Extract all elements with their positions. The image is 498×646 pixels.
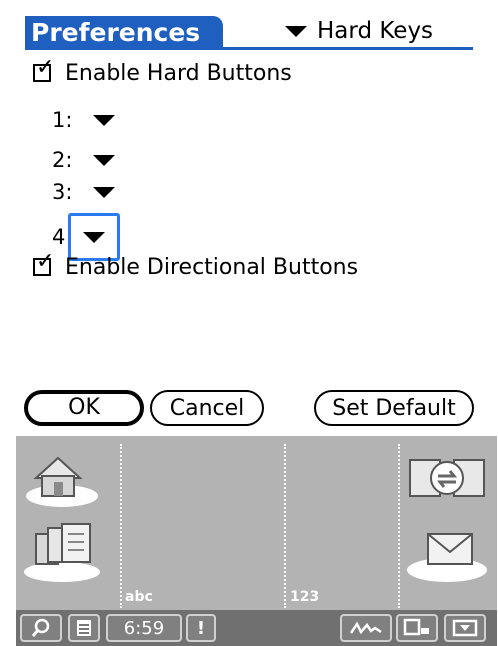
app-title[interactable]: Preferences: [25, 16, 223, 49]
menu-glyph: [77, 620, 91, 636]
directional-checkbox[interactable]: ✓: [33, 251, 54, 276]
ok-button[interactable]: OK: [24, 390, 144, 426]
key-row-3: 3:: [52, 176, 126, 208]
dropdown-arrow-icon: [93, 186, 115, 198]
graffiti-toggle-icon[interactable]: [340, 614, 392, 642]
sync-icon[interactable]: [404, 450, 490, 506]
enable-directional-buttons-row[interactable]: ✓ Enable Directional Buttons: [33, 251, 359, 282]
input-area-toggle-icon[interactable]: [444, 614, 486, 642]
category-label: Hard Keys: [317, 18, 434, 44]
left-edge: [0, 0, 16, 646]
menu-icon[interactable]: [68, 614, 100, 642]
clock-time: 6:59: [123, 617, 165, 639]
key-row-2: 2:: [52, 144, 126, 176]
key-row-1: 1:: [52, 104, 126, 136]
graffiti-abc-label: abc: [125, 589, 153, 605]
key-1-picker[interactable]: [82, 104, 126, 136]
key-3-picker[interactable]: [82, 176, 126, 208]
home-icon[interactable]: [22, 450, 102, 510]
graffiti-divider: [284, 444, 286, 608]
graffiti-glyph: [349, 621, 382, 635]
set-default-button[interactable]: Set Default: [314, 390, 474, 426]
category-picker[interactable]: Hard Keys: [285, 14, 433, 48]
dropdown-arrow-icon: [93, 114, 115, 126]
alert-icon[interactable]: !: [186, 614, 216, 642]
cancel-button[interactable]: Cancel: [150, 390, 264, 426]
search-icon[interactable]: [20, 614, 62, 642]
enable-hard-buttons-row[interactable]: ✓ Enable Hard Buttons: [33, 57, 292, 88]
dropdown-arrow-icon: [83, 231, 105, 243]
preferences-screen: Preferences Hard Keys ✓ Enable Hard Butt…: [0, 0, 498, 646]
alert-glyph: !: [196, 617, 206, 639]
checkmark-icon: ✓: [36, 55, 55, 80]
mail-icon[interactable]: [404, 522, 490, 584]
clock-button[interactable]: 6:59: [106, 614, 182, 642]
applications-icon[interactable]: [22, 522, 106, 584]
dropdown-arrow-icon: [93, 154, 115, 166]
key-2-picker[interactable]: [82, 144, 126, 176]
directional-label: Enable Directional Buttons: [65, 254, 359, 280]
graffiti-divider: [398, 444, 400, 608]
app-title-text: Preferences: [31, 18, 201, 47]
search-glyph: [31, 618, 50, 637]
hard-buttons-checkbox[interactable]: ✓: [33, 57, 54, 82]
dropdown-arrow-icon: [285, 25, 307, 37]
hard-buttons-label: Enable Hard Buttons: [65, 60, 292, 86]
graffiti-123-label: 123: [290, 589, 320, 605]
graffiti-divider: [120, 444, 122, 608]
input-area-glyph: [452, 619, 478, 637]
screen-rotate-glyph: [403, 618, 429, 636]
checkmark-icon: ✓: [36, 249, 55, 274]
screen-rotate-icon[interactable]: [396, 614, 438, 642]
